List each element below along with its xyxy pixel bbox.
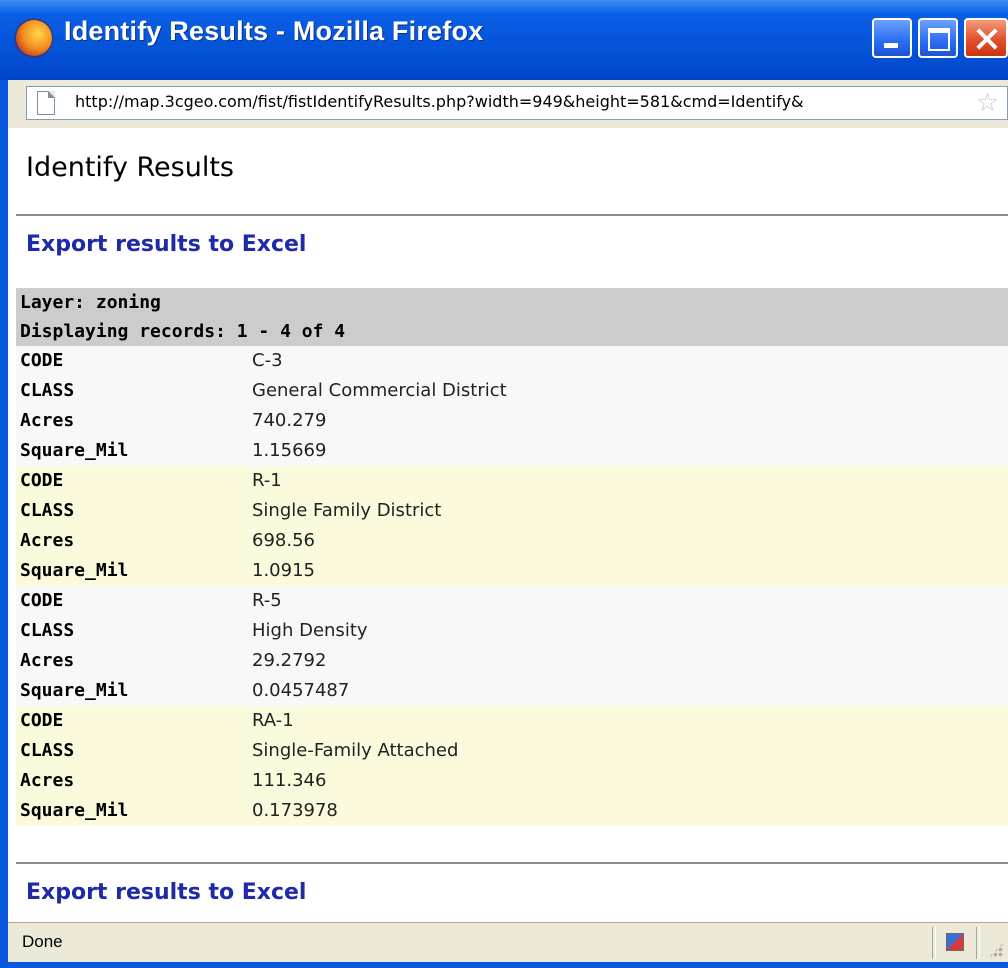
field-value: 0.173978 [252,800,338,821]
record: CODE C-3 CLASS General Commercial District… [16,346,1008,466]
record-row: Square_Mil 1.15669 [16,436,1008,466]
record: CODE RA-1 CLASS Single-Family Attached Acr… [16,706,1008,826]
field-value: 1.0915 [252,560,315,581]
layer-header: Layer: zoning Displaying records: 1 - 4 … [16,288,1008,346]
export-excel-link-bottom[interactable]: Export results to Excel [26,880,306,905]
field-value: RA-1 [252,710,294,731]
window-title: Identify Results - Mozilla Firefox [64,16,484,46]
field-name: Square_Mil [20,800,129,821]
status-text: Done [22,932,63,951]
record-row: Acres 740.279 [16,406,1008,436]
record-row: CODE C-3 [16,346,1008,376]
record-row: Square_Mil 0.0457487 [16,676,1008,706]
record: CODE R-5 CLASS High Density Acres 29.2792 S… [16,586,1008,706]
record-row: CLASS Single Family District [16,496,1008,526]
status-bar: Done [8,922,1008,962]
record-row: Square_Mil 1.0915 [16,556,1008,586]
export-excel-link[interactable]: Export results to Excel [26,232,306,257]
field-name: CODE [20,710,64,731]
field-name: Acres [20,530,75,551]
field-value: 111.346 [252,770,327,791]
record-row: CODE R-1 [16,466,1008,496]
page-icon [37,91,55,115]
record-row: Acres 698.56 [16,526,1008,556]
firefox-icon [14,18,54,58]
page-content: Identify Results Export results to Excel… [8,128,1008,922]
field-value: 698.56 [252,530,315,551]
field-name: CODE [20,470,64,491]
addon-icon[interactable] [946,933,964,951]
field-value: General Commercial District [252,380,507,401]
record: CODE R-1 CLASS Single Family District Acre… [16,466,1008,586]
record-row: CODE R-5 [16,586,1008,616]
field-value: 0.0457487 [252,680,350,701]
maximize-button[interactable] [918,18,958,58]
field-value: High Density [252,620,368,641]
status-separator [976,927,980,959]
field-name: Acres [20,770,75,791]
field-value: C-3 [252,350,283,371]
divider [16,862,1008,864]
field-name: CLASS [20,620,75,641]
address-bar[interactable]: http://map.3cgeo.com/fist/fistIdentifyRe… [26,86,1008,120]
layer-label: Layer: zoning [20,292,161,313]
field-name: CODE [20,350,64,371]
field-value: R-5 [252,590,282,611]
record-row: CLASS High Density [16,616,1008,646]
record-row: CLASS General Commercial District [16,376,1008,406]
field-name: CLASS [20,500,75,521]
url-text[interactable]: http://map.3cgeo.com/fist/fistIdentifyRe… [75,92,959,111]
field-value: 740.279 [252,410,327,431]
browser-window: Identify Results - Mozilla Firefox http:… [0,0,1008,968]
record-row: Acres 29.2792 [16,646,1008,676]
field-name: Acres [20,650,75,671]
records-count-label: Displaying records: 1 - 4 of 4 [20,321,346,342]
record-row: CLASS Single-Family Attached [16,736,1008,766]
minimize-button[interactable] [872,18,912,58]
window-border [0,962,1008,968]
field-name: CLASS [20,740,75,761]
field-name: Acres [20,410,75,431]
record-row: Acres 111.346 [16,766,1008,796]
record-row: CODE RA-1 [16,706,1008,736]
field-name: Square_Mil [20,440,129,461]
field-value: Single-Family Attached [252,740,459,761]
close-button[interactable] [964,18,1008,58]
record-row: Square_Mil 0.173978 [16,796,1008,826]
field-value: 29.2792 [252,650,327,671]
resize-grip-icon[interactable] [988,942,1004,958]
records-table: CODE C-3 CLASS General Commercial District… [16,346,1008,826]
field-value: R-1 [252,470,282,491]
field-name: CLASS [20,380,75,401]
page-title: Identify Results [26,152,234,183]
field-name: Square_Mil [20,680,129,701]
field-name: Square_Mil [20,560,129,581]
field-value: Single Family District [252,500,442,521]
star-icon[interactable]: ☆ [976,88,999,118]
title-bar[interactable]: Identify Results - Mozilla Firefox [0,0,1008,80]
field-name: CODE [20,590,64,611]
divider [16,214,1008,216]
status-separator [932,927,936,959]
address-bar-area: http://map.3cgeo.com/fist/fistIdentifyRe… [8,80,1008,128]
field-value: 1.15669 [252,440,327,461]
